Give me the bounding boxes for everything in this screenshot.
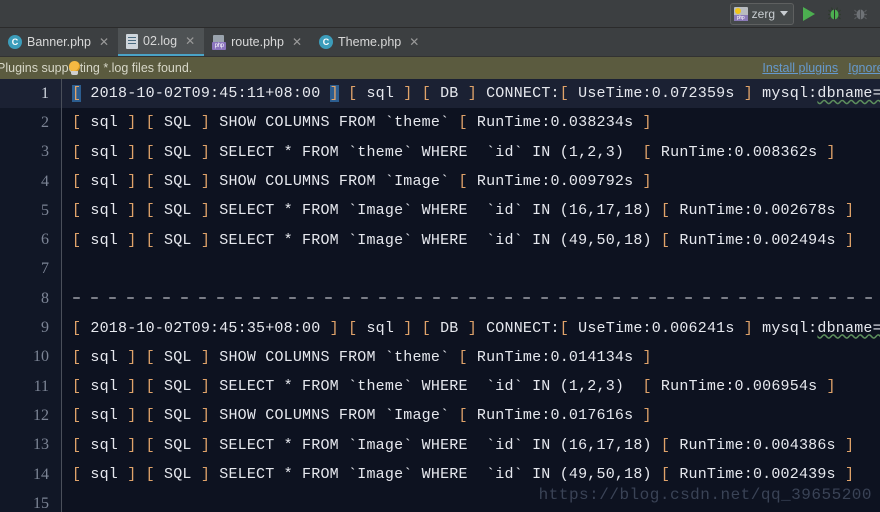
code-line-row[interactable]: [ sql ] [ SQL ] SELECT * FROM `Image` WH… xyxy=(62,196,880,225)
code-line-row[interactable]: [ 2018-10-02T09:45:11+08:00 ] [ sql ] [ … xyxy=(62,79,880,109)
close-icon[interactable]: ✕ xyxy=(185,35,195,47)
php-run-config-icon xyxy=(733,6,748,21)
code-line-row[interactable]: – – – – – – – – – – – – – – – – – – – – … xyxy=(62,284,880,313)
line-number-row[interactable]: 1 xyxy=(0,79,62,109)
run-configuration-label: zerg xyxy=(751,6,775,21)
code-viewport[interactable]: [ 2018-10-02T09:45:11+08:00 ] [ sql ] [ … xyxy=(62,79,880,512)
notification-actions: Install plugins Ignore e xyxy=(762,61,880,75)
code-line-row[interactable]: [ sql ] [ SQL ] SHOW COLUMNS FROM `Image… xyxy=(62,167,880,196)
ide-window: zerg C Banner.php ✕ 02.log ✕ route.php xyxy=(0,0,880,512)
code-line-text: [ sql ] [ SQL ] SELECT * FROM `theme` WH… xyxy=(72,378,836,396)
line-number: 13 xyxy=(33,436,49,454)
line-number-gutter[interactable]: 12345678910111213141516 xyxy=(0,79,62,512)
code-line-row[interactable]: [ sql ] [ SQL ] SHOW COLUMNS FROM `theme… xyxy=(62,108,880,137)
lightbulb-base xyxy=(71,71,78,75)
editor-tab-banner-php[interactable]: C Banner.php ✕ xyxy=(0,28,118,56)
line-number: 9 xyxy=(41,319,49,337)
editor-tab-label: route.php xyxy=(231,35,284,49)
line-number-row[interactable]: 14 xyxy=(0,460,62,489)
run-button[interactable] xyxy=(798,3,820,25)
code-line-row[interactable] xyxy=(62,255,880,284)
code-line-row[interactable]: [ 2018-10-02T09:45:35+08:00 ] [ sql ] [ … xyxy=(62,313,880,342)
line-number: 10 xyxy=(33,348,49,366)
editor-tab-bar: C Banner.php ✕ 02.log ✕ route.php ✕ C Theme.php ✕ xyxy=(0,28,880,57)
close-icon[interactable]: ✕ xyxy=(99,36,109,48)
code-line-row[interactable]: [ sql ] [ SQL ] SELECT * FROM `Image` WH… xyxy=(62,431,880,460)
code-line-row[interactable]: [ sql ] [ SQL ] SELECT * FROM `theme` WH… xyxy=(62,138,880,167)
code-line-text: [ sql ] [ SQL ] SHOW COLUMNS FROM `theme… xyxy=(72,348,652,366)
code-line-row[interactable]: [ sql ] [ SQL ] SHOW COLUMNS FROM `theme… xyxy=(62,343,880,372)
line-number-row[interactable]: 10 xyxy=(0,343,62,372)
install-plugins-link[interactable]: Install plugins xyxy=(762,61,838,75)
line-number: 14 xyxy=(33,465,49,483)
line-number-row[interactable]: 13 xyxy=(0,431,62,460)
close-icon[interactable]: ✕ xyxy=(292,36,302,48)
code-line-row[interactable]: [ sql ] [ SQL ] SELECT * FROM `theme` WH… xyxy=(62,372,880,401)
code-line-text: [ sql ] [ SQL ] SELECT * FROM `Image` WH… xyxy=(72,466,855,483)
line-number-row[interactable]: 7 xyxy=(0,255,62,284)
notification-message: Plugins supporting *.log files found. xyxy=(0,61,193,75)
line-number: 15 xyxy=(33,494,49,512)
code-line-row[interactable] xyxy=(62,489,880,512)
ignore-extension-link[interactable]: Ignore e xyxy=(848,61,880,75)
code-line-text: [ sql ] [ SQL ] SELECT * FROM `Image` WH… xyxy=(72,231,855,249)
lightbulb-icon[interactable] xyxy=(68,61,81,76)
code-line-text: [ sql ] [ SQL ] SHOW COLUMNS FROM `Image… xyxy=(72,407,652,425)
line-number: 5 xyxy=(41,201,49,219)
code-line-text: [ 2018-10-02T09:45:35+08:00 ] [ sql ] [ … xyxy=(72,319,880,337)
editor-tab-label: Theme.php xyxy=(338,35,402,49)
run-play-icon xyxy=(803,6,815,21)
chevron-down-icon[interactable] xyxy=(780,11,788,16)
line-number-row[interactable]: 5 xyxy=(0,196,62,225)
editor-tab-label: Banner.php xyxy=(27,35,91,49)
editor-tab-theme-php[interactable]: C Theme.php ✕ xyxy=(311,28,428,56)
php-class-icon: C xyxy=(319,35,334,49)
code-line-text: [ sql ] [ SQL ] SELECT * FROM `theme` WH… xyxy=(72,143,836,161)
php-class-icon: C xyxy=(8,35,22,49)
line-number-row[interactable]: 3 xyxy=(0,138,62,167)
php-file-icon xyxy=(212,34,227,50)
line-number: 6 xyxy=(41,231,49,249)
code-line-row[interactable]: [ sql ] [ SQL ] SELECT * FROM `Image` WH… xyxy=(62,460,880,489)
close-icon[interactable]: ✕ xyxy=(409,36,419,48)
code-line-text: [ 2018-10-02T09:45:11+08:00 ] [ sql ] [ … xyxy=(72,85,880,103)
line-number-row[interactable]: 4 xyxy=(0,167,62,196)
line-number-row[interactable]: 2 xyxy=(0,108,62,137)
code-line-row[interactable]: [ sql ] [ SQL ] SELECT * FROM `Image` WH… xyxy=(62,225,880,254)
code-line-row[interactable]: [ sql ] [ SQL ] SHOW COLUMNS FROM `Image… xyxy=(62,401,880,430)
plugin-notification-bar: Plugins supporting *.log files found. In… xyxy=(0,57,880,79)
code-line-text: [ sql ] [ SQL ] SHOW COLUMNS FROM `theme… xyxy=(72,114,652,132)
editor-tab-02-log[interactable]: 02.log ✕ xyxy=(118,28,205,56)
editor-tab-route-php[interactable]: route.php ✕ xyxy=(204,28,311,56)
debug-bug-icon xyxy=(828,6,841,19)
line-number: 8 xyxy=(41,289,49,307)
log-file-icon xyxy=(126,33,139,49)
editor-area: 12345678910111213141516 [ 2018-10-02T09:… xyxy=(0,79,880,512)
line-number-row[interactable]: 9 xyxy=(0,313,62,342)
run-configuration-selector[interactable]: zerg xyxy=(729,2,794,25)
editor-tab-label: 02.log xyxy=(143,34,178,48)
code-line-text: [ sql ] [ SQL ] SHOW COLUMNS FROM `Image… xyxy=(72,173,652,191)
line-number: 11 xyxy=(33,377,49,395)
line-number-row[interactable]: 8 xyxy=(0,284,62,313)
line-number-row[interactable]: 12 xyxy=(0,401,62,430)
line-number-row[interactable]: 15 xyxy=(0,489,62,512)
line-number: 1 xyxy=(41,84,49,102)
main-toolbar: zerg xyxy=(0,0,880,28)
line-number-row[interactable]: 6 xyxy=(0,225,62,254)
line-number: 7 xyxy=(41,260,49,278)
line-number: 3 xyxy=(41,143,49,161)
line-number-row[interactable]: 11 xyxy=(0,372,62,401)
code-line-text: – – – – – – – – – – – – – – – – – – – – … xyxy=(72,290,874,308)
debug-button[interactable] xyxy=(824,3,846,25)
line-number: 2 xyxy=(41,113,49,131)
line-number: 12 xyxy=(33,406,49,424)
run-with-coverage-button[interactable] xyxy=(850,3,872,25)
code-line-text: [ sql ] [ SQL ] SELECT * FROM `Image` WH… xyxy=(72,436,855,454)
code-line-text: [ sql ] [ SQL ] SELECT * FROM `Image` WH… xyxy=(72,202,855,220)
line-number: 4 xyxy=(41,172,49,190)
run-with-coverage-icon xyxy=(854,9,867,19)
